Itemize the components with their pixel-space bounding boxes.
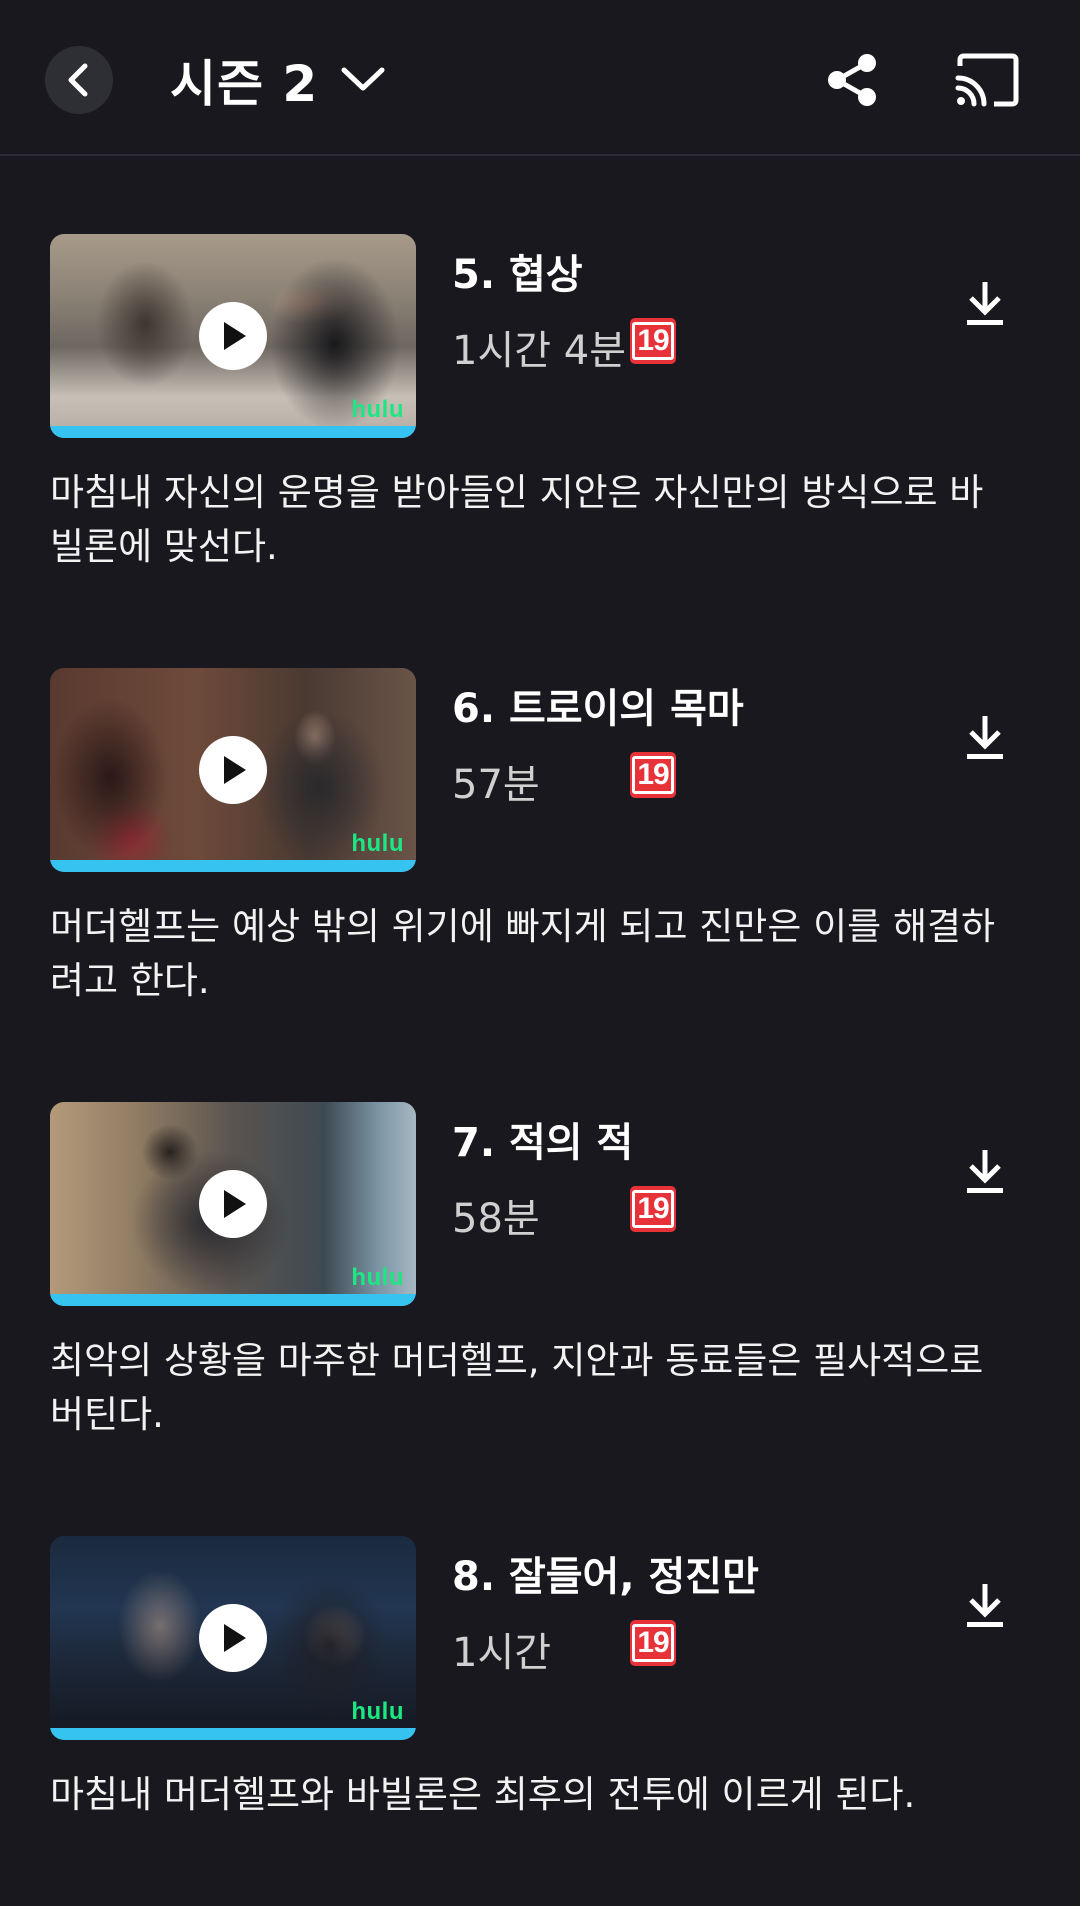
episode-description: 최악의 상황을 마주한 머더헬프, 지안과 동료들은 필사적으로 버틴다. bbox=[50, 1339, 984, 1436]
play-icon bbox=[224, 322, 246, 350]
episode-title: 7. 적의 적 bbox=[452, 1120, 634, 1166]
watch-progress-bar bbox=[50, 860, 416, 872]
share-button[interactable] bbox=[820, 48, 884, 112]
download-button[interactable] bbox=[960, 1576, 1010, 1636]
hulu-logo: hulu bbox=[351, 396, 404, 423]
hulu-logo: hulu bbox=[351, 1698, 404, 1725]
play-button[interactable] bbox=[199, 1604, 267, 1672]
episode-thumbnail[interactable]: hulu bbox=[50, 668, 416, 872]
download-icon bbox=[967, 716, 1003, 759]
age-rating-badge: 19 bbox=[630, 752, 676, 798]
watch-progress-bar bbox=[50, 426, 416, 438]
episode-description: 머더헬프는 예상 밖의 위기에 빠지게 되고 진만은 이를 해결하려고 한다. bbox=[50, 905, 996, 1002]
chevron-left-icon bbox=[68, 63, 88, 97]
episode-runtime: 58분 bbox=[452, 1196, 540, 1242]
episode-item: hulu 7. 적의 적 58분 19 최악의 상황을 마주한 머더헬프, 지안… bbox=[0, 1102, 1080, 1472]
episode-thumbnail[interactable]: hulu bbox=[50, 234, 416, 438]
play-button[interactable] bbox=[199, 302, 267, 370]
episode-title: 5. 협상 bbox=[452, 252, 583, 298]
age-rating-label: 19 bbox=[632, 1624, 674, 1662]
age-rating-label: 19 bbox=[632, 1190, 674, 1228]
watch-progress-bar bbox=[50, 1728, 416, 1740]
watch-progress-bar bbox=[50, 1294, 416, 1306]
episode-runtime: 1시간 4분 bbox=[452, 328, 627, 374]
episode-title: 8. 잘들어, 정진만 bbox=[452, 1554, 759, 1600]
age-rating-badge: 19 bbox=[630, 318, 676, 364]
episode-runtime: 57분 bbox=[452, 762, 540, 808]
episode-item: hulu 6. 트로이의 목마 57분 19 머더헬프는 예상 밖의 위기에 빠… bbox=[0, 668, 1080, 1038]
chevron-down-icon bbox=[340, 66, 386, 94]
play-button[interactable] bbox=[199, 1170, 267, 1238]
episode-title: 6. 트로이의 목마 bbox=[452, 686, 744, 732]
age-rating-label: 19 bbox=[632, 756, 674, 794]
share-icon bbox=[828, 54, 876, 106]
play-button[interactable] bbox=[199, 736, 267, 804]
download-icon bbox=[967, 1584, 1003, 1627]
episode-item: hulu 5. 협상 1시간 4분 19 마침내 자신의 운명을 받아들인 지안… bbox=[0, 234, 1080, 604]
age-rating-label: 19 bbox=[632, 322, 674, 360]
back-button[interactable] bbox=[45, 46, 113, 114]
season-selector[interactable]: 시즌 2 bbox=[170, 46, 386, 114]
cast-button[interactable] bbox=[952, 48, 1024, 112]
play-icon bbox=[224, 756, 246, 784]
play-icon bbox=[224, 1624, 246, 1652]
download-icon bbox=[967, 1150, 1003, 1193]
hulu-logo: hulu bbox=[351, 1264, 404, 1291]
episode-runtime: 1시간 bbox=[452, 1630, 552, 1676]
episode-thumbnail[interactable]: hulu bbox=[50, 1536, 416, 1740]
age-rating-badge: 19 bbox=[630, 1186, 676, 1232]
download-button[interactable] bbox=[960, 274, 1010, 334]
season-label: 시즌 2 bbox=[170, 55, 319, 113]
play-icon bbox=[224, 1190, 246, 1218]
download-icon bbox=[967, 282, 1003, 325]
top-bar: 시즌 2 bbox=[0, 0, 1080, 156]
download-button[interactable] bbox=[960, 708, 1010, 768]
download-button[interactable] bbox=[960, 1142, 1010, 1202]
episode-item: hulu 8. 잘들어, 정진만 1시간 19 마침내 머더헬프와 바빌론은 최… bbox=[0, 1536, 1080, 1906]
episode-thumbnail[interactable]: hulu bbox=[50, 1102, 416, 1306]
episode-description: 마침내 머더헬프와 바빌론은 최후의 전투에 이르게 된다. bbox=[50, 1773, 916, 1816]
episode-description: 마침내 자신의 운명을 받아들인 지안은 자신만의 방식으로 바빌론에 맞선다. bbox=[50, 471, 984, 568]
age-rating-badge: 19 bbox=[630, 1620, 676, 1666]
hulu-logo: hulu bbox=[351, 830, 404, 857]
cast-icon bbox=[955, 53, 1019, 107]
